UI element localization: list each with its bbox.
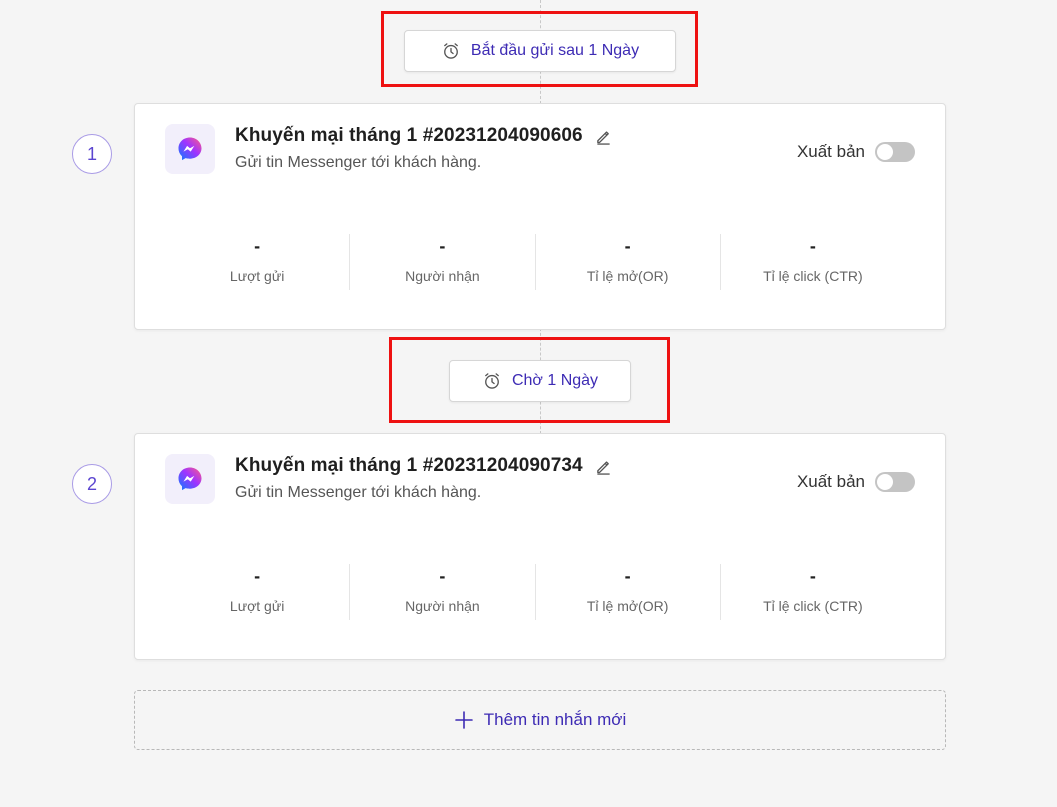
message-title: Khuyến mại tháng 1 #20231204090606	[235, 125, 583, 146]
stat-click-rate: - Tỉ lệ click (CTR)	[721, 234, 905, 290]
stat-open-rate: - Tỉ lệ mở(OR)	[536, 234, 721, 290]
add-message-button[interactable]: Thêm tin nhắn mới	[134, 690, 946, 750]
publish-label: Xuất bản	[796, 142, 865, 161]
stat-value: -	[624, 236, 631, 256]
stat-value: -	[439, 236, 446, 256]
stat-value: -	[254, 236, 261, 256]
start-delay-button[interactable]: Bắt đầu gửi sau 1 Ngày	[404, 30, 676, 72]
stat-label: Tỉ lệ click (CTR)	[763, 268, 863, 284]
messenger-icon	[165, 454, 215, 504]
stat-recipients: - Người nhận	[350, 564, 536, 620]
publish-control: Xuất bản	[797, 142, 915, 162]
stat-label: Lượt gửi	[229, 598, 285, 614]
stat-label: Tỉ lệ mở(OR)	[586, 268, 669, 284]
stat-value: -	[254, 566, 261, 586]
step-number: 1	[72, 134, 112, 174]
message-subtitle: Gửi tin Messenger tới khách hàng.	[235, 484, 482, 501]
publish-label: Xuất bản	[796, 472, 865, 491]
alarm-clock-icon	[482, 371, 502, 391]
campaign-flow: Bắt đầu gửi sau 1 Ngày 1 Khuyến mại thán…	[0, 0, 1057, 807]
message-card[interactable]: Khuyến mại tháng 1 #20231204090606 Gửi t…	[134, 103, 946, 330]
stat-label: Người nhận	[405, 268, 480, 284]
message-stats: - Lượt gửi - Người nhận - Tỉ lệ mở(OR) -…	[165, 234, 905, 290]
alarm-clock-icon	[441, 41, 461, 61]
stat-sent: - Lượt gửi	[165, 234, 351, 290]
stat-click-rate: - Tỉ lệ click (CTR)	[721, 564, 905, 620]
step-number-text: 2	[86, 473, 97, 494]
pencil-icon[interactable]	[595, 128, 612, 145]
stat-label: Lượt gửi	[229, 268, 285, 284]
message-card[interactable]: Khuyến mại tháng 1 #20231204090734 Gửi t…	[134, 433, 946, 660]
publish-toggle[interactable]	[875, 472, 915, 492]
toggle-knob	[877, 144, 893, 160]
stat-value: -	[439, 566, 446, 586]
step-number-text: 1	[86, 143, 97, 164]
stat-label: Người nhận	[405, 598, 480, 614]
step-number: 2	[72, 464, 112, 504]
message-title: Khuyến mại tháng 1 #20231204090734	[235, 455, 583, 476]
stat-value: -	[624, 566, 631, 586]
wait-delay-button[interactable]: Chờ 1 Ngày	[449, 360, 631, 402]
stat-label: Tỉ lệ click (CTR)	[763, 598, 863, 614]
wait-delay-label: Chờ 1 Ngày	[511, 372, 599, 389]
pencil-icon[interactable]	[595, 458, 612, 475]
stat-value: -	[809, 566, 816, 586]
stat-sent: - Lượt gửi	[165, 564, 351, 620]
stat-recipients: - Người nhận	[350, 234, 536, 290]
start-delay-label: Bắt đầu gửi sau 1 Ngày	[470, 42, 640, 59]
add-message-label: Thêm tin nhắn mới	[483, 710, 627, 729]
stat-open-rate: - Tỉ lệ mở(OR)	[536, 564, 721, 620]
toggle-knob	[877, 474, 893, 490]
plus-icon	[454, 710, 474, 730]
stat-value: -	[809, 236, 816, 256]
message-subtitle: Gửi tin Messenger tới khách hàng.	[235, 154, 482, 171]
publish-toggle[interactable]	[875, 142, 915, 162]
publish-control: Xuất bản	[797, 472, 915, 492]
message-stats: - Lượt gửi - Người nhận - Tỉ lệ mở(OR) -…	[165, 564, 905, 620]
message-title-row: Khuyến mại tháng 1 #20231204090606	[235, 125, 612, 147]
messenger-icon	[165, 124, 215, 174]
message-title-row: Khuyến mại tháng 1 #20231204090734	[235, 455, 612, 477]
stat-label: Tỉ lệ mở(OR)	[586, 598, 669, 614]
